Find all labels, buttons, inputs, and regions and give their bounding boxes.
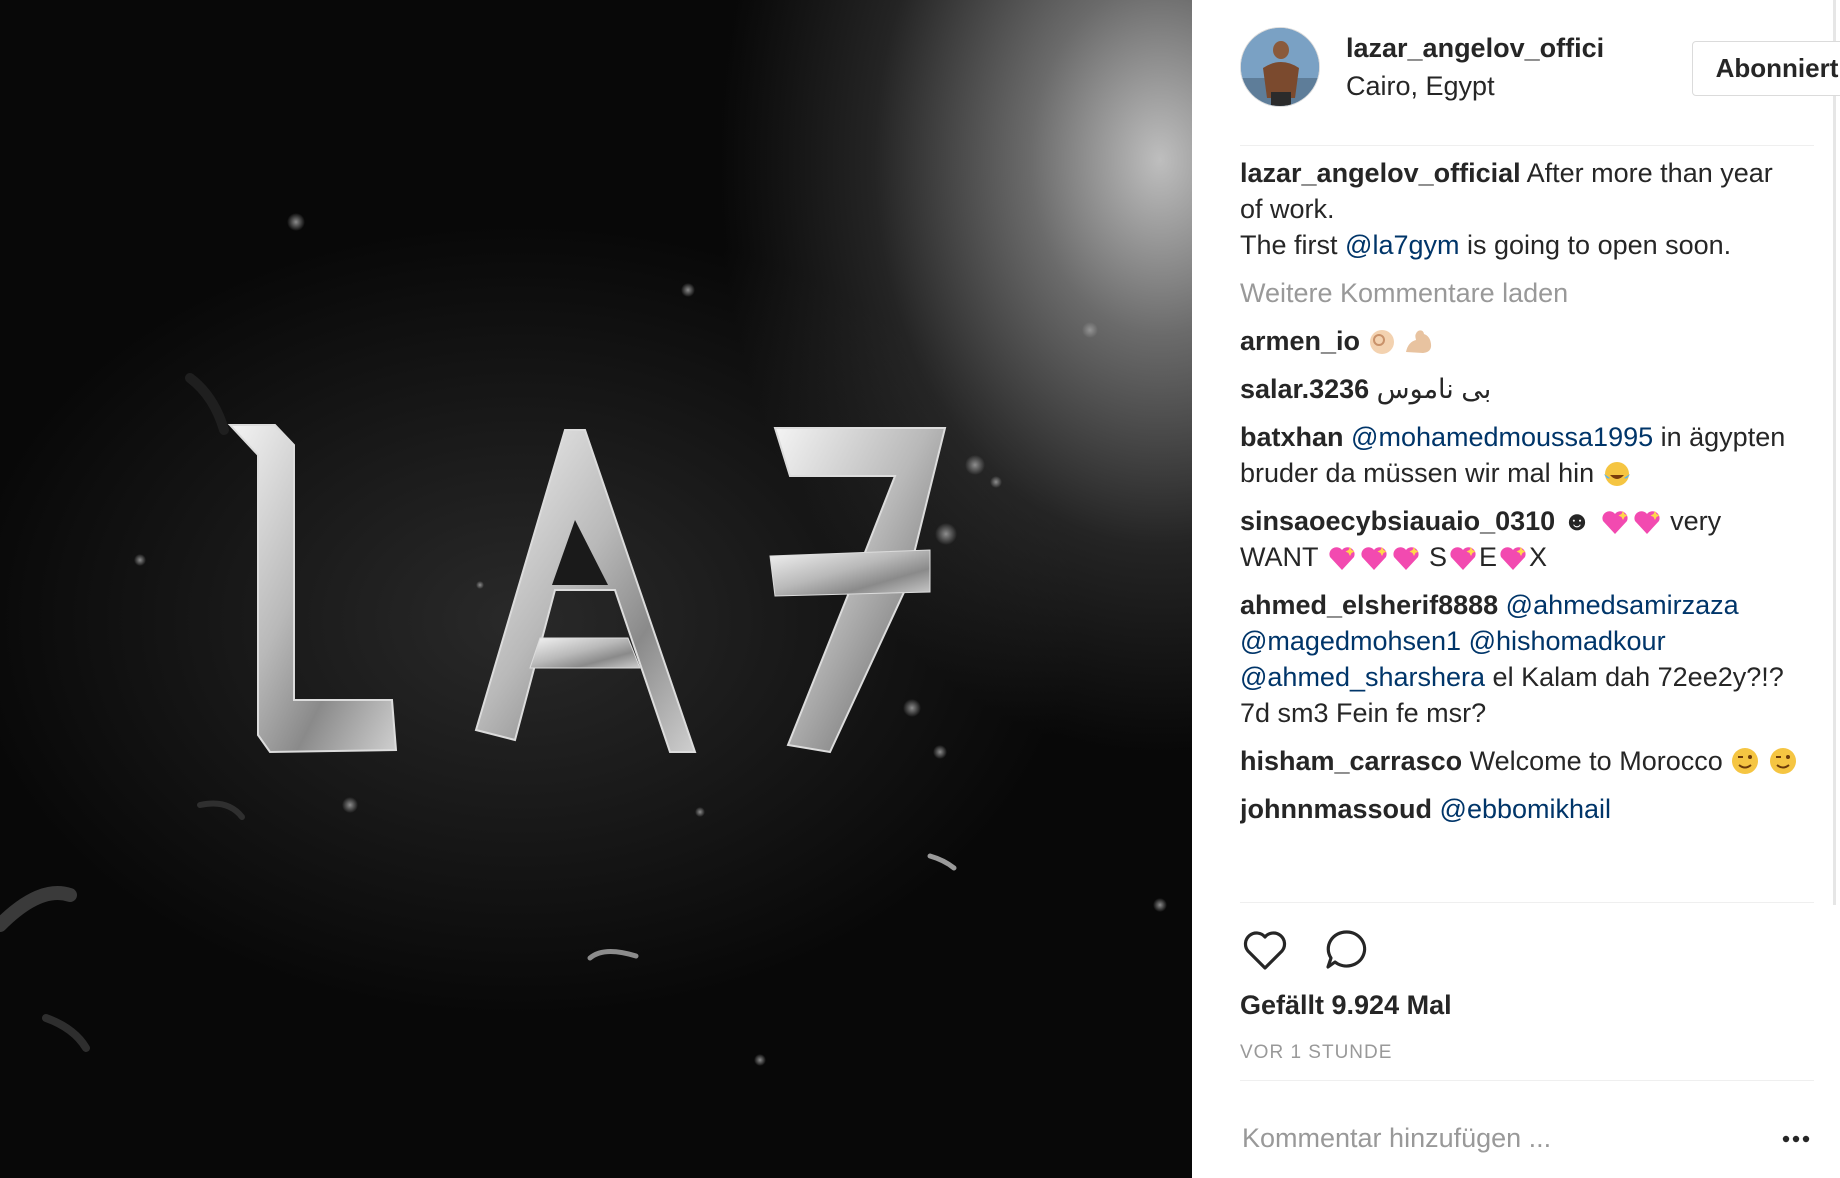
comment-username[interactable]: batxhan: [1240, 422, 1344, 452]
footer-divider: [1240, 1080, 1814, 1081]
comment-mention[interactable]: @mohamedmoussa1995: [1351, 422, 1653, 452]
comment-text: S: [1421, 542, 1448, 572]
comment-mention[interactable]: @ahmed_sharshera: [1240, 662, 1485, 692]
comment-username[interactable]: salar.3236: [1240, 374, 1369, 404]
comment-text: X: [1529, 542, 1548, 572]
post-header: lazar_angelov_offici Cairo, Egypt Abonni…: [1240, 27, 1840, 107]
comment-mention[interactable]: @ebbomikhail: [1440, 794, 1612, 824]
winking-face-emoji-icon: [1730, 746, 1760, 776]
add-comment-input[interactable]: [1242, 1118, 1742, 1158]
comment-item: johnnmassoud @ebbomikhail: [1240, 791, 1800, 827]
sparkling-heart-emoji-icon: [1631, 508, 1663, 536]
header-divider: [1240, 145, 1814, 146]
logo-letter-a: [474, 429, 697, 753]
comment-item: ahmed_elsherif8888 @ahmedsamirzaza @mage…: [1240, 587, 1800, 731]
comments-list[interactable]: lazar_angelov_official After more than y…: [1240, 155, 1800, 900]
caption-text: The first: [1240, 230, 1346, 260]
comment-bubble-icon[interactable]: [1322, 925, 1372, 975]
avatar[interactable]: [1240, 27, 1320, 107]
sparkling-heart-emoji-icon: [1390, 544, 1422, 572]
sparkling-heart-emoji-icon: [1497, 544, 1529, 572]
comments-divider: [1240, 902, 1814, 903]
comment-item: salar.3236 بی ناموس: [1240, 371, 1800, 407]
comment-mention[interactable]: @ahmedsamirzaza: [1506, 590, 1739, 620]
comment-username[interactable]: ahmed_elsherif8888: [1240, 590, 1498, 620]
logo-letter-l: [227, 424, 398, 754]
heart-icon[interactable]: [1240, 925, 1290, 975]
comment-item: batxhan @mohamedmoussa1995 in ägypten br…: [1240, 419, 1800, 491]
sparkling-heart-emoji-icon: [1599, 508, 1631, 536]
load-more-comments-link[interactable]: Weitere Kommentare laden: [1240, 275, 1800, 311]
post-caption: lazar_angelov_official After more than y…: [1240, 155, 1800, 263]
winking-face-emoji-icon: [1768, 746, 1798, 776]
comment-text: بی ناموس: [1369, 374, 1492, 404]
post-image[interactable]: [0, 0, 1192, 1178]
post-sidebar: lazar_angelov_offici Cairo, Egypt Abonni…: [1192, 0, 1840, 1178]
comment-text: Welcome to Morocco: [1462, 746, 1723, 776]
comment-text: E: [1479, 542, 1498, 572]
sparkling-heart-emoji-icon: [1326, 544, 1358, 572]
comment-username[interactable]: hisham_carrasco: [1240, 746, 1462, 776]
comment-text: [1360, 326, 1368, 356]
comment-username[interactable]: sinsaoecybsiauaio_0310: [1240, 506, 1555, 536]
caption-text: is going to open soon.: [1459, 230, 1732, 260]
ok-hand-emoji-icon: [1368, 328, 1396, 356]
comment-mention[interactable]: @magedmohsen1: [1240, 626, 1461, 656]
comment-username[interactable]: armen_io: [1240, 326, 1360, 356]
caption-username[interactable]: lazar_angelov_official: [1240, 158, 1521, 188]
post-location[interactable]: Cairo, Egypt: [1346, 71, 1495, 102]
post-actions: [1240, 925, 1540, 975]
comment-mention[interactable]: @hishomadkour: [1469, 626, 1666, 656]
post-timestamp: VOR 1 STUNDE: [1240, 1042, 1393, 1063]
sparkling-heart-emoji-icon: [1447, 544, 1479, 572]
comment-item: hisham_carrasco Welcome to Morocco: [1240, 743, 1800, 779]
post-image-art: [0, 213, 1167, 1066]
sparkling-heart-emoji-icon: [1358, 544, 1390, 572]
comment-text: ☻: [1555, 506, 1599, 536]
comment-item: sinsaoecybsiauaio_0310 ☻ very WANT SEX: [1240, 503, 1800, 575]
post-author-username[interactable]: lazar_angelov_offici: [1346, 33, 1604, 64]
more-options-icon[interactable]: [1776, 1124, 1816, 1154]
tears-of-joy-emoji-icon: [1602, 460, 1632, 488]
scrollbar[interactable]: [1833, 0, 1836, 905]
follow-button[interactable]: Abonniert: [1692, 41, 1840, 96]
caption-mention[interactable]: @la7gym: [1345, 230, 1459, 260]
flexed-biceps-emoji-icon: [1403, 328, 1433, 356]
comment-item: armen_io: [1240, 323, 1800, 359]
comment-username[interactable]: johnnmassoud: [1240, 794, 1432, 824]
avatar-image: [1241, 28, 1319, 106]
likes-count[interactable]: Gefällt 9.924 Mal: [1240, 990, 1452, 1021]
